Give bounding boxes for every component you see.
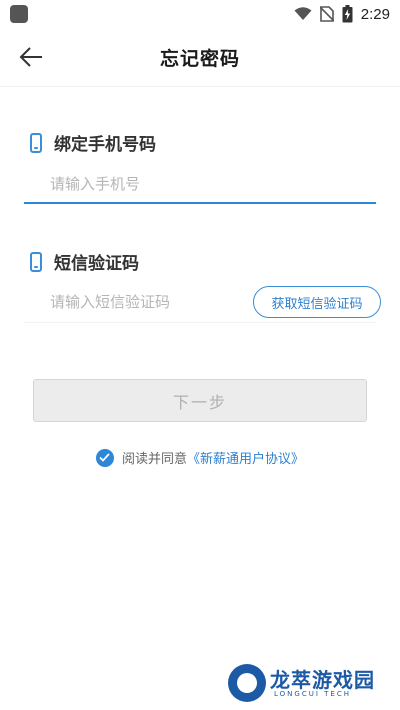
- sms-code-input[interactable]: [24, 284, 234, 320]
- phone-icon: [30, 132, 42, 153]
- next-step-button[interactable]: 下一步: [33, 379, 367, 422]
- status-time: 2:29: [360, 5, 390, 23]
- check-icon: [99, 453, 111, 462]
- phone-input[interactable]: [24, 166, 376, 204]
- header-divider: [0, 86, 400, 87]
- wifi-icon: [294, 7, 312, 20]
- code-label-text: 短信验证码: [54, 254, 139, 274]
- agreement-checkbox[interactable]: [95, 448, 114, 467]
- user-agreement-link[interactable]: 《新薪通用户协议》: [187, 448, 304, 467]
- code-divider: [24, 322, 376, 323]
- get-sms-code-button[interactable]: 获取短信验证码: [253, 286, 381, 318]
- app-icon: [10, 5, 28, 23]
- phone-icon: [30, 251, 42, 272]
- phone-label-text: 绑定手机号码: [54, 135, 156, 155]
- watermark-title: 龙萃游戏园: [270, 668, 375, 692]
- code-section-label: 短信验证码: [30, 249, 139, 274]
- page-title: 忘记密码: [159, 48, 240, 70]
- agreement-text: 阅读并同意: [121, 452, 187, 467]
- app-bar: 忘记密码: [0, 28, 400, 86]
- watermark: 龙萃游戏园 LONGCUI TECH: [228, 660, 393, 706]
- watermark-subtitle: LONGCUI TECH: [274, 690, 351, 698]
- status-icons: 2:29: [294, 4, 390, 24]
- battery-charging-icon: [342, 5, 353, 23]
- watermark-logo-icon: [228, 664, 266, 702]
- phone-section-label: 绑定手机号码: [30, 130, 156, 155]
- agreement-row: 阅读并同意 《新薪通用户协议》: [0, 448, 400, 467]
- no-sim-icon: [319, 6, 334, 22]
- status-bar: 2:29: [0, 0, 400, 28]
